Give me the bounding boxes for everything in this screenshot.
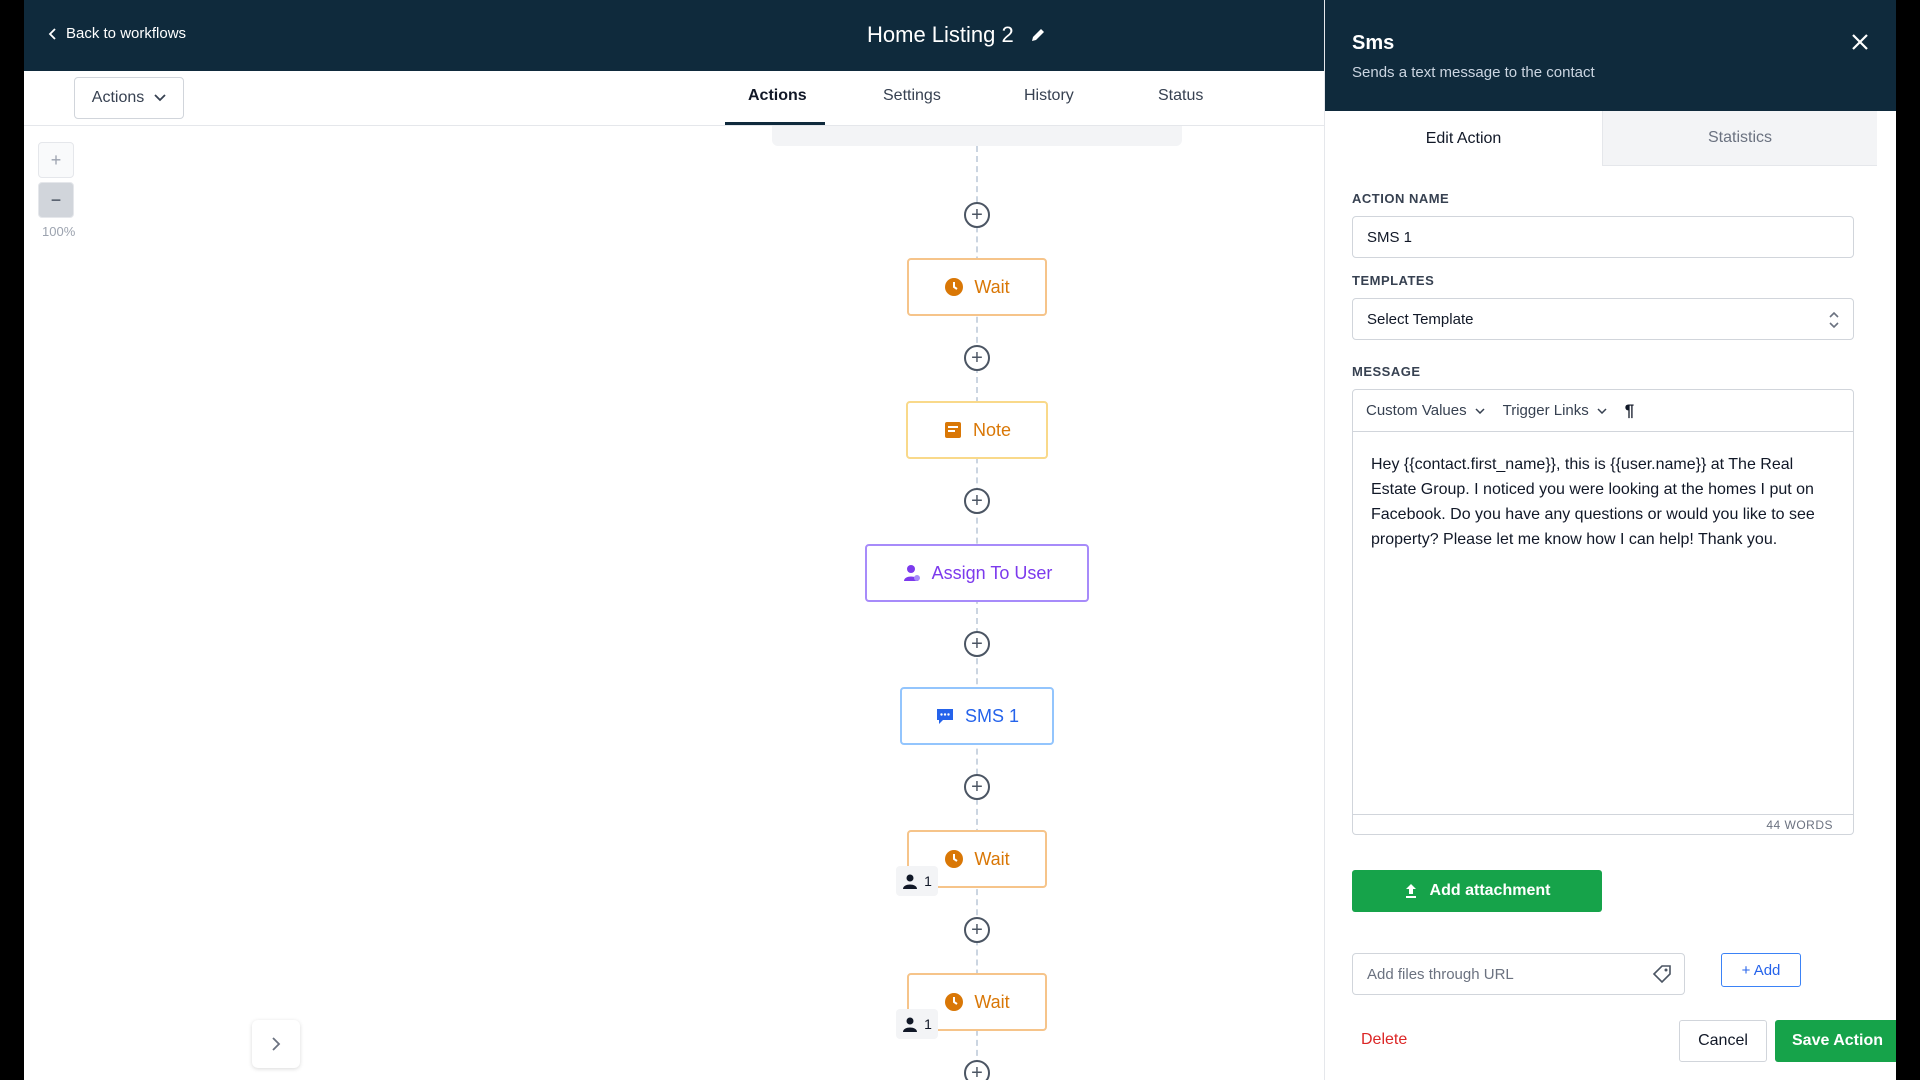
add-attachment-button[interactable]: Add attachment [1352,870,1602,912]
panel-title: Sms [1352,32,1395,54]
back-link-label: Back to workflows [66,25,187,42]
contact-count-badge[interactable]: 1 [896,1009,938,1039]
active-tab-indicator [725,122,825,125]
add-step-button[interactable]: + [964,202,990,228]
tab-statistics[interactable]: Statistics [1602,111,1877,166]
save-action-button[interactable]: Save Action [1775,1020,1896,1062]
node-label: Assign To User [931,562,1053,583]
sub-header: Actions Actions Settings History Status [24,71,1324,126]
flow-node-assign-to-user[interactable]: Assign To User [865,544,1089,602]
add-step-button[interactable]: + [964,917,990,943]
templates-select[interactable]: Select Template [1352,298,1854,340]
add-step-button[interactable]: + [964,345,990,371]
message-editor[interactable]: Custom Values Trigger Links ¶ Hey {{cont… [1352,389,1854,835]
url-placeholder: Add files through URL [1367,965,1514,983]
actions-dropdown-label: Actions [91,89,145,106]
attachment-url-input[interactable]: Add files through URL [1352,953,1685,995]
zoom-out-button[interactable]: − [38,182,74,218]
node-label: Wait [974,991,1010,1012]
expand-panel-button[interactable] [252,1020,300,1068]
pencil-icon[interactable] [1030,27,1046,43]
tab-actions[interactable]: Actions [748,87,807,105]
zoom-level: 100% [42,224,76,239]
trigger-card-edge[interactable] [772,126,1182,146]
chevron-down-icon [1475,407,1485,414]
chat-icon [936,709,953,724]
word-count: 44 WORDS [1766,818,1833,832]
sort-arrows-icon [1829,311,1839,329]
panel-tabs: Edit Action Statistics [1325,111,1896,166]
node-label: Wait [974,848,1010,869]
add-step-button[interactable]: + [964,631,990,657]
tag-icon[interactable] [1652,964,1672,984]
contact-count: 1 [924,1016,932,1032]
chevron-right-icon [272,1037,281,1051]
action-name-value: SMS 1 [1367,228,1413,246]
upload-icon [1405,884,1416,898]
tab-history[interactable]: History [1024,87,1074,105]
user-assign-icon [903,565,920,581]
workflow-title: Home Listing 2 [867,22,1046,48]
back-to-workflows-link[interactable]: Back to workflows [48,25,186,42]
custom-values-label: Custom Values [1366,402,1467,419]
note-icon [944,422,961,438]
action-side-panel: Sms Sends a text message to the contact … [1324,0,1896,1080]
clock-icon [945,993,964,1011]
add-attachment-label: Add attachment [1429,882,1551,899]
add-step-button[interactable]: + [964,488,990,514]
message-toolbar: Custom Values Trigger Links ¶ [1353,390,1853,432]
add-step-button[interactable]: + [964,774,990,800]
chevron-left-icon [48,27,56,40]
workflow-title-text: Home Listing 2 [867,22,1014,47]
flow-node-sms[interactable]: SMS 1 [900,687,1054,745]
templates-selected-value: Select Template [1367,310,1474,328]
message-footer: 44 WORDS [1353,814,1853,834]
add-url-button[interactable]: + Add [1721,953,1801,987]
add-step-button[interactable]: + [964,1060,990,1080]
tab-edit-action[interactable]: Edit Action [1325,111,1602,166]
flow-node-note[interactable]: Note [906,401,1048,459]
delete-action-button[interactable]: Delete [1361,1031,1407,1049]
chevron-down-icon [1597,407,1607,414]
node-label: Wait [974,276,1010,297]
panel-subtitle: Sends a text message to the contact [1352,64,1595,81]
templates-label: TEMPLATES [1352,273,1435,288]
cancel-button[interactable]: Cancel [1679,1020,1767,1062]
actions-dropdown[interactable]: Actions [74,77,184,119]
top-header: Back to workflows Home Listing 2 [24,0,1324,71]
clock-icon [945,850,964,868]
action-name-label: ACTION NAME [1352,191,1450,206]
tab-status[interactable]: Status [1158,87,1203,105]
zoom-in-button[interactable]: + [38,142,74,178]
trigger-links-label: Trigger Links [1502,402,1589,419]
message-text[interactable]: Hey {{contact.first_name}}, this is {{us… [1371,452,1841,552]
action-name-input[interactable]: SMS 1 [1352,216,1854,258]
panel-header: Sms Sends a text message to the contact [1325,0,1896,111]
node-label: Note [972,419,1012,440]
clock-icon [945,278,964,296]
person-icon [903,1017,918,1032]
close-icon[interactable] [1848,30,1872,54]
paragraph-icon[interactable]: ¶ [1625,401,1634,421]
message-label: MESSAGE [1352,364,1421,379]
contact-count-badge[interactable]: 1 [896,866,938,896]
workflow-builder-app: Back to workflows Home Listing 2 Actions… [24,0,1896,1080]
contact-count: 1 [924,873,932,889]
trigger-links-dropdown[interactable]: Trigger Links [1503,402,1607,419]
chevron-down-icon [154,94,166,102]
flow-node-wait[interactable]: Wait [907,258,1047,316]
node-label: SMS 1 [964,705,1020,726]
custom-values-dropdown[interactable]: Custom Values [1366,402,1485,419]
tab-settings[interactable]: Settings [883,87,941,105]
person-icon [903,874,918,889]
